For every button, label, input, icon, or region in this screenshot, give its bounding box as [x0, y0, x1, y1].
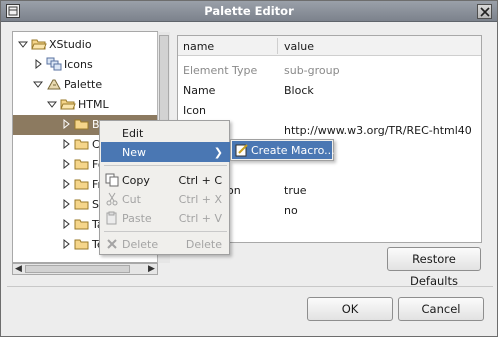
- table-row[interactable]: Name Block: [178, 80, 481, 100]
- table-row[interactable]: Icon: [178, 100, 481, 120]
- property-name: Element Type: [183, 64, 258, 77]
- menu-separator: [104, 165, 227, 166]
- menu-item-label: Create Macro...: [251, 144, 335, 157]
- tree-item-palette[interactable]: Palette: [13, 75, 157, 95]
- cancel-button[interactable]: Cancel: [398, 297, 484, 321]
- icons-group-icon: [46, 57, 62, 71]
- menu-item-copy[interactable]: Copy Ctrl + C: [101, 170, 230, 190]
- menu-item-label: Paste: [122, 212, 152, 225]
- new-submenu: Create Macro...: [230, 139, 335, 161]
- folder-icon: [74, 177, 90, 191]
- expanded-arrow-icon[interactable]: [32, 79, 44, 89]
- menu-item-create-macro[interactable]: Create Macro...: [232, 141, 335, 159]
- divider: [7, 286, 493, 287]
- menu-item-shortcut: Delete: [185, 238, 222, 251]
- collapsed-arrow-icon[interactable]: [61, 138, 71, 150]
- property-name: Icon: [183, 104, 206, 117]
- ok-button[interactable]: OK: [307, 297, 393, 321]
- collapsed-arrow-icon[interactable]: [61, 238, 71, 250]
- property-value: http://www.w3.org/TR/REC-html40: [284, 124, 472, 137]
- tree-item-label: Palette: [64, 78, 103, 91]
- collapsed-arrow-icon[interactable]: [61, 218, 71, 230]
- folder-open-icon: [31, 37, 47, 51]
- menu-separator: [104, 231, 227, 232]
- copy-icon: [105, 173, 119, 187]
- paste-icon: [105, 211, 119, 225]
- menu-item-shortcut: Ctrl + V: [178, 212, 222, 225]
- property-name: Name: [183, 84, 216, 97]
- palette-editor-window: Palette Editor XStudio Icons Palette HTM…: [0, 0, 498, 337]
- window-title: Palette Editor: [204, 4, 294, 18]
- column-divider[interactable]: [277, 38, 278, 54]
- scrollbar-thumb[interactable]: [25, 265, 130, 273]
- tree-item-xstudio[interactable]: XStudio: [13, 35, 157, 55]
- tree-item-label: Icons: [64, 58, 93, 71]
- collapsed-arrow-icon[interactable]: [33, 58, 43, 70]
- collapsed-arrow-icon[interactable]: [61, 158, 71, 170]
- tree-item-label: S: [92, 198, 99, 211]
- property-value: sub-group: [284, 64, 340, 77]
- folder-open-icon: [60, 97, 76, 111]
- folder-icon: [74, 237, 90, 251]
- scroll-left-icon[interactable]: ◀: [13, 264, 24, 274]
- create-macro-icon: [235, 143, 249, 157]
- restore-defaults-button[interactable]: Restore Defaults: [387, 247, 481, 288]
- table-row[interactable]: Element Type sub-group: [178, 60, 481, 80]
- palette-icon: [46, 77, 62, 91]
- menu-item-label: Copy: [122, 174, 150, 187]
- folder-icon: [74, 217, 90, 231]
- submenu-arrow-icon: ❯: [213, 146, 223, 159]
- folder-icon: [74, 197, 90, 211]
- title-bar[interactable]: Palette Editor: [1, 1, 497, 22]
- menu-item-cut[interactable]: Cut Ctrl + X: [101, 189, 230, 209]
- menu-item-shortcut: Ctrl + C: [178, 174, 222, 187]
- delete-icon: [105, 237, 119, 251]
- menu-item-shortcut: Ctrl + X: [178, 193, 222, 206]
- collapsed-arrow-icon[interactable]: [61, 178, 71, 190]
- menu-item-paste[interactable]: Paste Ctrl + V: [101, 208, 230, 228]
- column-header-value[interactable]: value: [284, 40, 314, 53]
- menu-item-label: Cut: [122, 193, 141, 206]
- tree-horizontal-scrollbar[interactable]: ◀ ▶: [12, 263, 158, 275]
- folder-icon: [74, 117, 90, 131]
- menu-item-label: Delete: [122, 238, 159, 251]
- tree-item-label: HTML: [78, 98, 109, 111]
- collapsed-arrow-icon[interactable]: [61, 118, 71, 130]
- collapsed-arrow-icon[interactable]: [61, 198, 71, 210]
- tree-item-label: XStudio: [49, 38, 92, 51]
- menu-item-new[interactable]: New ❯: [101, 142, 230, 162]
- menu-item-label: New: [122, 146, 146, 159]
- tree-item-html[interactable]: HTML: [13, 95, 157, 115]
- menu-item-label: Edit: [122, 127, 144, 140]
- property-value: no: [284, 204, 298, 217]
- folder-icon: [74, 137, 90, 151]
- menu-item-delete[interactable]: Delete Delete: [101, 234, 230, 254]
- column-header-name[interactable]: name: [183, 40, 214, 53]
- menu-item-edit[interactable]: Edit: [101, 123, 230, 143]
- tree-item-icons[interactable]: Icons: [13, 55, 157, 75]
- scroll-right-icon[interactable]: ▶: [146, 264, 157, 274]
- folder-icon: [74, 157, 90, 171]
- property-value: Block: [284, 84, 314, 97]
- context-menu: Edit New ❯ Copy Ctrl + C Cut Ctrl + X Pa…: [99, 120, 230, 255]
- expanded-arrow-icon[interactable]: [46, 99, 58, 109]
- cut-icon: [105, 192, 119, 206]
- table-header: name value: [178, 36, 481, 56]
- close-icon[interactable]: [477, 4, 492, 19]
- expanded-arrow-icon[interactable]: [17, 39, 29, 49]
- property-value: true: [284, 184, 307, 197]
